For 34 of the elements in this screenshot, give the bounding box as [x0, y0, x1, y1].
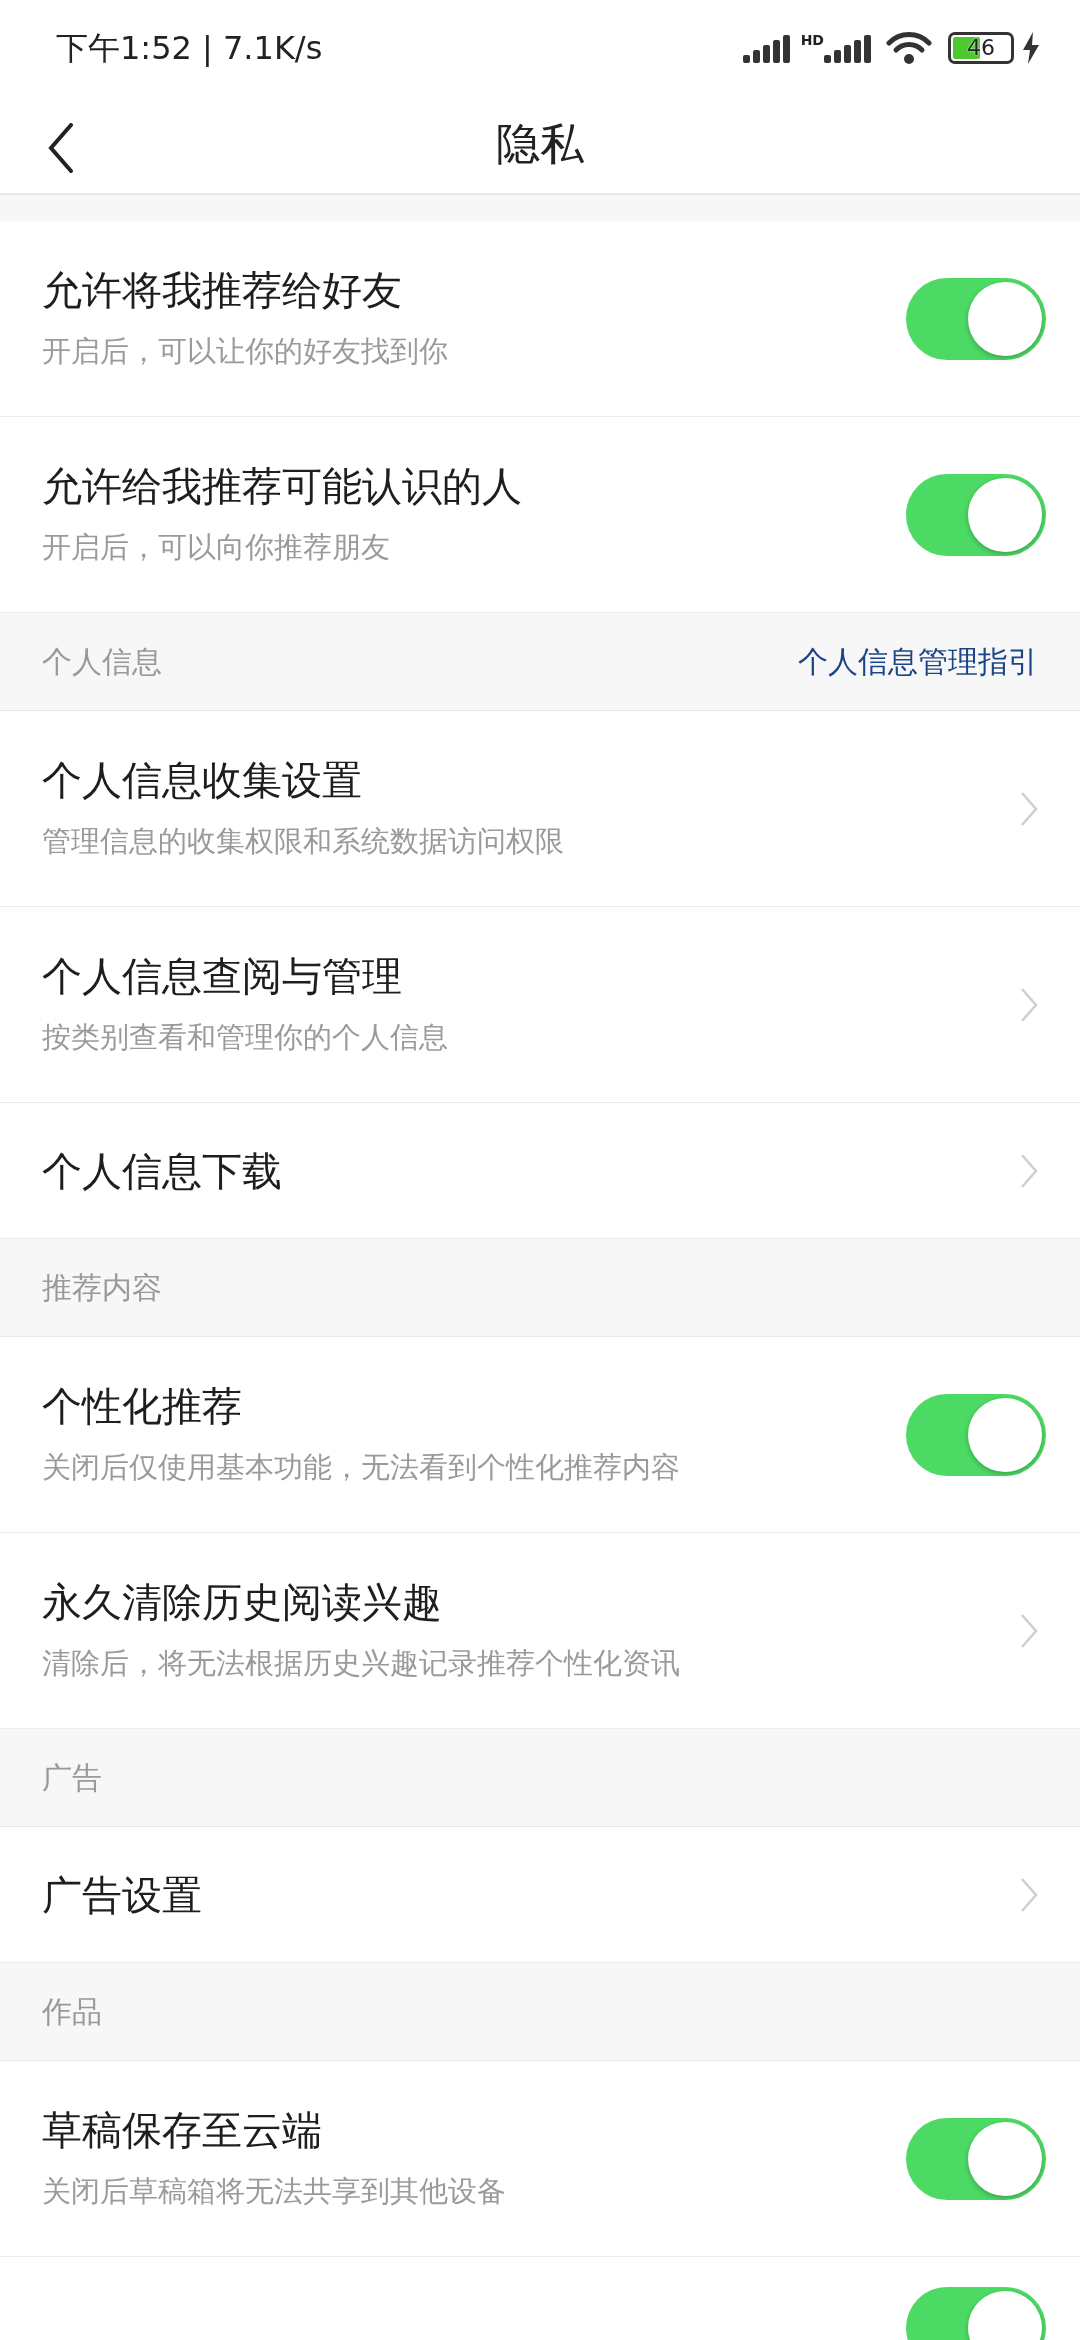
signal-icon	[742, 32, 793, 63]
setting-title: 个人信息查阅与管理	[42, 951, 403, 1001]
chevron-right-icon[interactable]	[1020, 1876, 1038, 1913]
setting-description: 开启后，可以向你推荐朋友	[42, 528, 391, 566]
setting-title: 个人信息下载	[42, 1146, 282, 1196]
setting-title: 永久清除历史阅读兴趣	[42, 1577, 443, 1627]
section-title: 作品	[42, 1993, 102, 2031]
chevron-right-icon[interactable]	[1020, 790, 1038, 827]
setting-title: 个性化推荐	[42, 1381, 243, 1431]
setting-description: 关闭后草稿箱将无法共享到其他设备	[42, 2172, 506, 2210]
page-title: 隐私	[496, 117, 584, 171]
setting-title: 允许将我推荐给好友	[42, 265, 403, 315]
section-title: 推荐内容	[42, 1269, 162, 1307]
setting-title: 个人信息收集设置	[42, 755, 363, 805]
setting-title: 允许给我推荐可能认识的人	[42, 461, 522, 511]
wifi-icon	[886, 30, 932, 65]
hd-label: HD	[800, 32, 824, 47]
setting-description: 管理信息的收集权限和系统数据访问权限	[42, 822, 564, 860]
chevron-right-icon[interactable]	[1020, 1152, 1038, 1189]
back-icon[interactable]	[48, 123, 74, 173]
section-title: 广告	[42, 1759, 102, 1797]
section-title: 个人信息	[42, 643, 162, 681]
chevron-right-icon[interactable]	[1020, 986, 1038, 1023]
setting-title: 草稿保存至云端	[42, 2105, 323, 2155]
signal-icon	[824, 32, 874, 63]
guide-link[interactable]: 个人信息管理指引	[798, 639, 1038, 684]
setting-description: 开启后，可以让你的好友找到你	[42, 332, 448, 370]
setting-description: 按类别查看和管理你的个人信息	[42, 1018, 448, 1056]
status-time: 下午1:52 | 7.1K/s	[56, 27, 323, 69]
setting-description: 清除后，将无法根据历史兴趣记录推荐个性化资讯	[42, 1644, 680, 1682]
setting-description: 关闭后仅使用基本功能，无法看到个性化推荐内容	[42, 1448, 680, 1486]
setting-title: 广告设置	[42, 1870, 202, 1920]
chevron-right-icon[interactable]	[1020, 1612, 1038, 1649]
charging-icon	[1022, 31, 1040, 64]
